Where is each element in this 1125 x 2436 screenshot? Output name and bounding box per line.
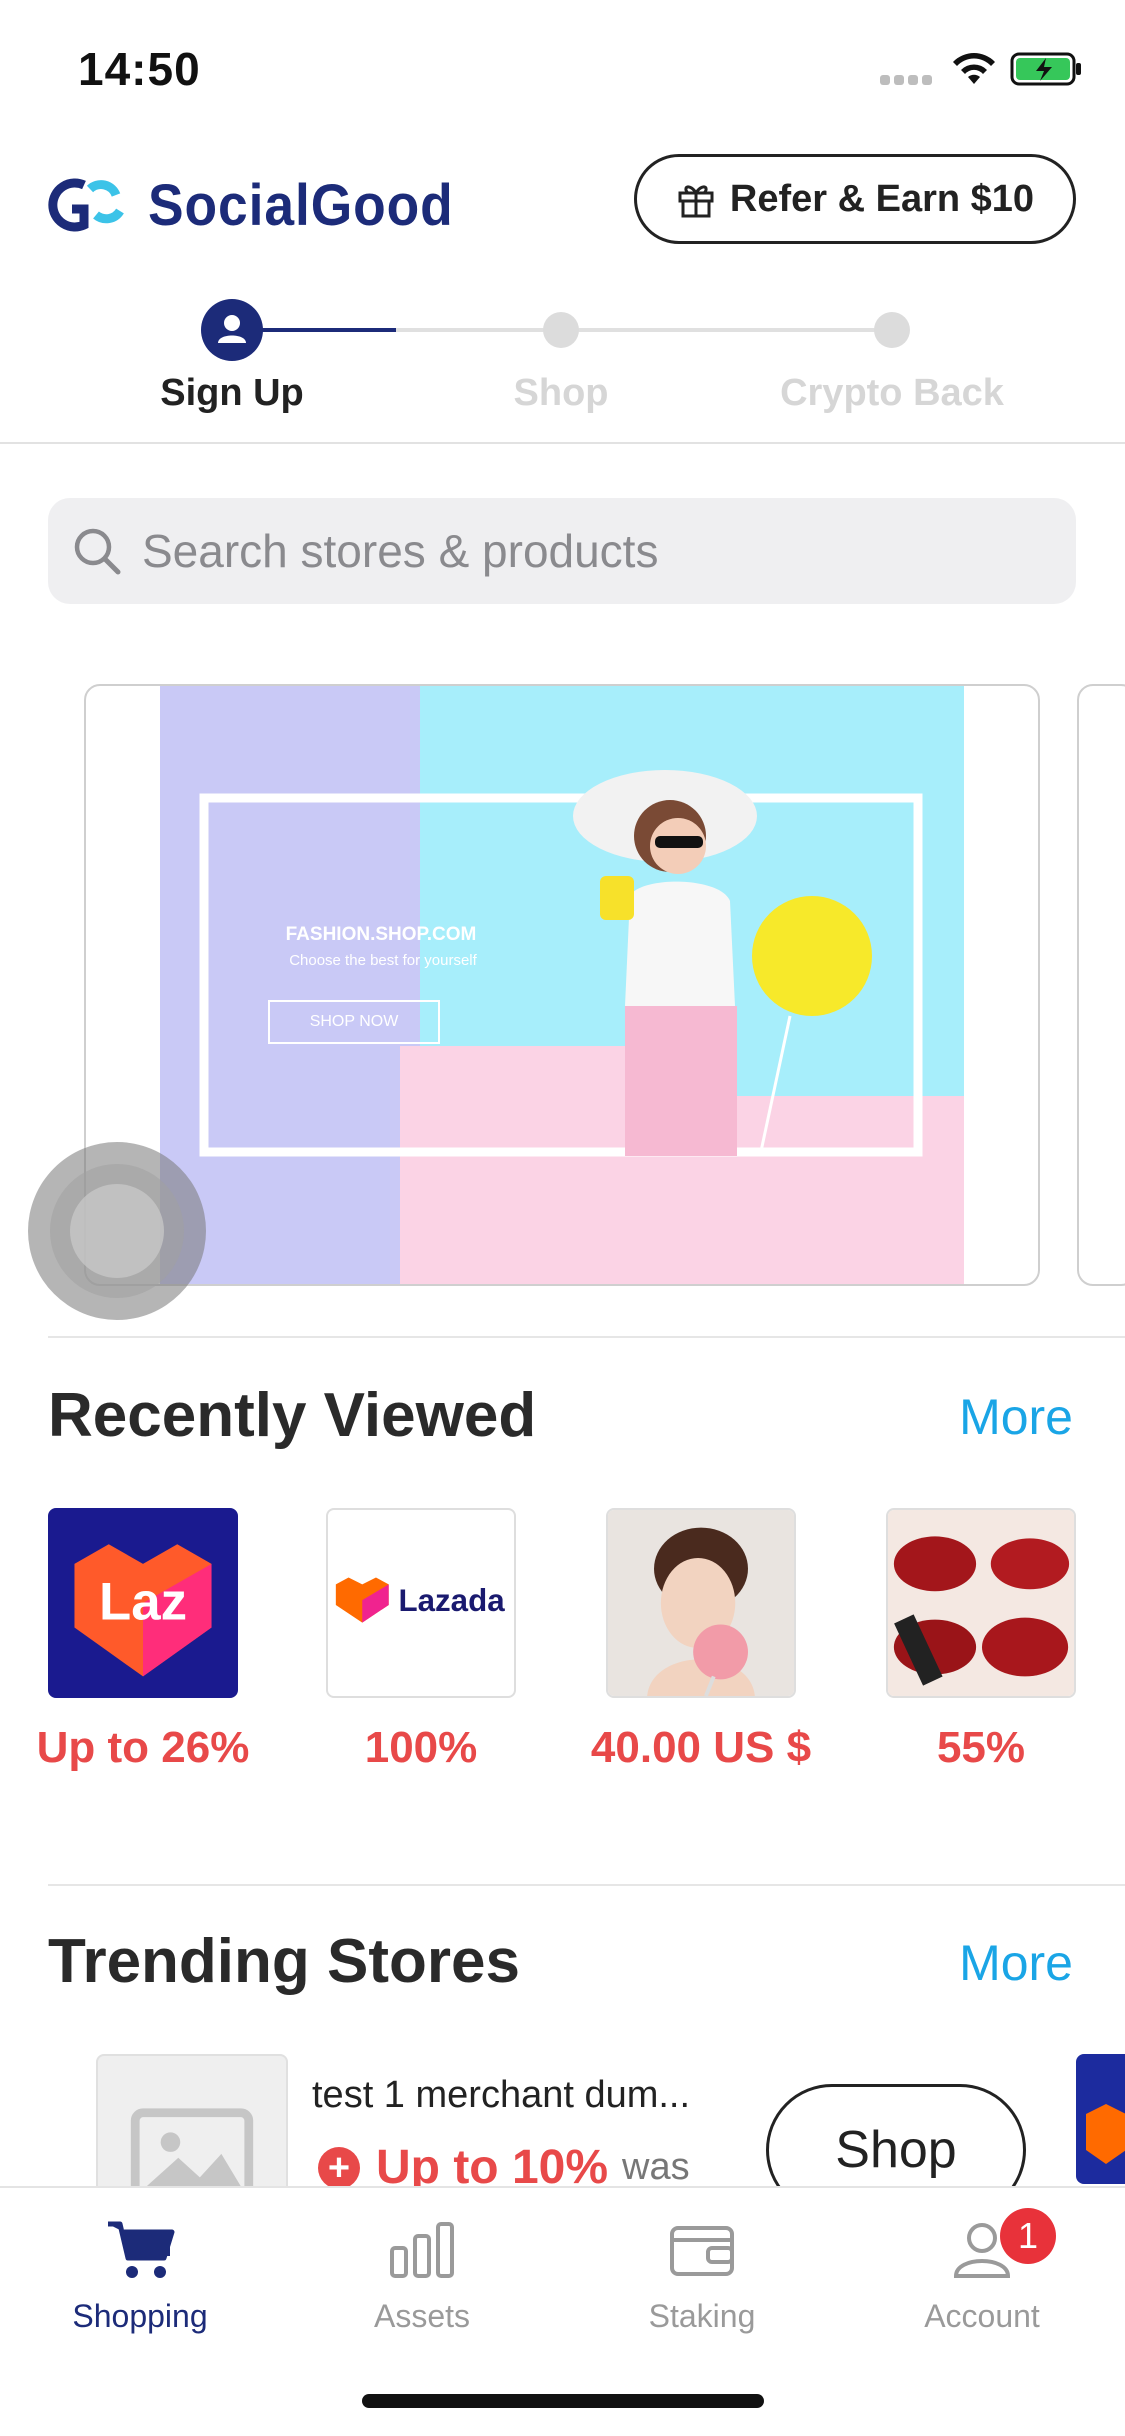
tab-shopping[interactable]: Shopping [30, 2218, 250, 2335]
tab-account[interactable]: 1 Account [872, 2208, 1092, 2335]
app-header: SocialGood Refer & Earn $10 [0, 140, 1125, 260]
status-time: 14:50 [78, 43, 201, 95]
recently-viewed-price: 40.00 US $ [590, 1723, 812, 1772]
search-input[interactable]: Search stores & products [48, 498, 1076, 604]
brand: SocialGood [46, 170, 480, 240]
section-divider [48, 1884, 1125, 1886]
banner-title: FASHION.SHOP.COM [285, 924, 477, 945]
tab-assets[interactable]: Assets [312, 2218, 532, 2335]
tab-account-label: Account [924, 2298, 1040, 2334]
recently-viewed-item[interactable]: 40.00 US $ [591, 1508, 811, 1772]
promo-banner-next[interactable] [1077, 684, 1125, 1286]
signup-stepper: Sign Up Shop Crypto Back [0, 290, 1125, 440]
section-divider [48, 1336, 1125, 1338]
plus-icon: + [318, 2146, 360, 2189]
promo-banner[interactable]: FASHION.SHOP.COM Choose the best for you… [84, 684, 1040, 1286]
trending-stores-title: Trending Stores [48, 1927, 520, 1996]
recently-viewed-item[interactable]: Laz Up to 26% [37, 1508, 249, 1772]
banner-subtitle: Choose the best for yourself [289, 952, 477, 969]
status-bar: 14:50 [0, 0, 1125, 140]
recently-viewed-more-link[interactable]: More [959, 1388, 1073, 1446]
brand-name: SocialGood [148, 172, 454, 238]
wifi-icon [953, 53, 995, 84]
recently-viewed-cashback: 55% [936, 1723, 1026, 1772]
user-icon [218, 315, 246, 343]
tab-staking[interactable]: Staking [592, 2218, 812, 2335]
recently-viewed-cashback: Up to 26% [36, 1723, 250, 1772]
banner-shop-now-button[interactable]: SHOP NOW [268, 1000, 440, 1044]
store-name: test 1 merchant dum... [312, 2074, 691, 2116]
svg-text:Lazada: Lazada [398, 1583, 505, 1618]
header-divider [0, 442, 1125, 444]
cellular-signal-icon [880, 72, 936, 85]
notification-badge: 1 [1000, 2208, 1056, 2264]
recently-viewed-item[interactable]: Lazada 100% [326, 1508, 516, 1772]
tab-assets-label: Assets [373, 2298, 471, 2334]
lazada-logo-icon [1086, 2104, 1125, 2164]
home-indicator [362, 2394, 764, 2408]
lazada-heart-icon: Laz [50, 1510, 236, 1696]
lazada-app-logo: Laz [48, 1508, 238, 1698]
socialgood-logo-icon [48, 178, 124, 232]
product-image [608, 1510, 794, 1696]
step-crypto-back-dot [874, 312, 910, 348]
recently-viewed-item[interactable]: 55% [886, 1508, 1076, 1772]
search-icon [74, 528, 121, 575]
lazada-wordmark-logo: Lazada [326, 1508, 516, 1698]
store-was-label: was [622, 2146, 690, 2188]
store-thumbnail-next[interactable] [1076, 2054, 1125, 2184]
trending-stores-more-link[interactable]: More [959, 1934, 1073, 1992]
assistive-touch-button[interactable] [28, 1142, 206, 1320]
gift-icon [678, 185, 714, 218]
bar-chart-icon [390, 2222, 454, 2278]
step-shop-dot [543, 312, 579, 348]
product-photo-lollipop [606, 1508, 796, 1698]
fashion-banner-image [160, 686, 964, 1284]
step-crypto-back-label: Crypto Back [780, 372, 1004, 414]
battery-charging-icon [1010, 52, 1081, 86]
product-photo-lipstick [886, 1508, 1076, 1698]
search-placeholder: Search stores & products [142, 525, 659, 577]
step-sign-up-label: Sign Up [160, 372, 304, 414]
recently-viewed-cashback: 100% [364, 1723, 478, 1772]
refer-earn-label: Refer & Earn $10 [729, 177, 1035, 220]
step-line [396, 328, 892, 332]
wallet-icon [670, 2226, 734, 2276]
cart-icon [108, 2221, 175, 2278]
tab-staking-label: Staking [648, 2298, 756, 2334]
step-sign-up-dot [201, 299, 263, 361]
tab-shopping-label: Shopping [72, 2298, 208, 2334]
svg-text:Laz: Laz [99, 1573, 187, 1632]
lazada-logo-icon: Lazada [335, 1577, 505, 1623]
refer-earn-button[interactable]: Refer & Earn $10 [634, 154, 1076, 244]
recently-viewed-title: Recently Viewed [48, 1381, 537, 1450]
step-shop-label: Shop [513, 372, 609, 414]
product-image [888, 1510, 1074, 1696]
